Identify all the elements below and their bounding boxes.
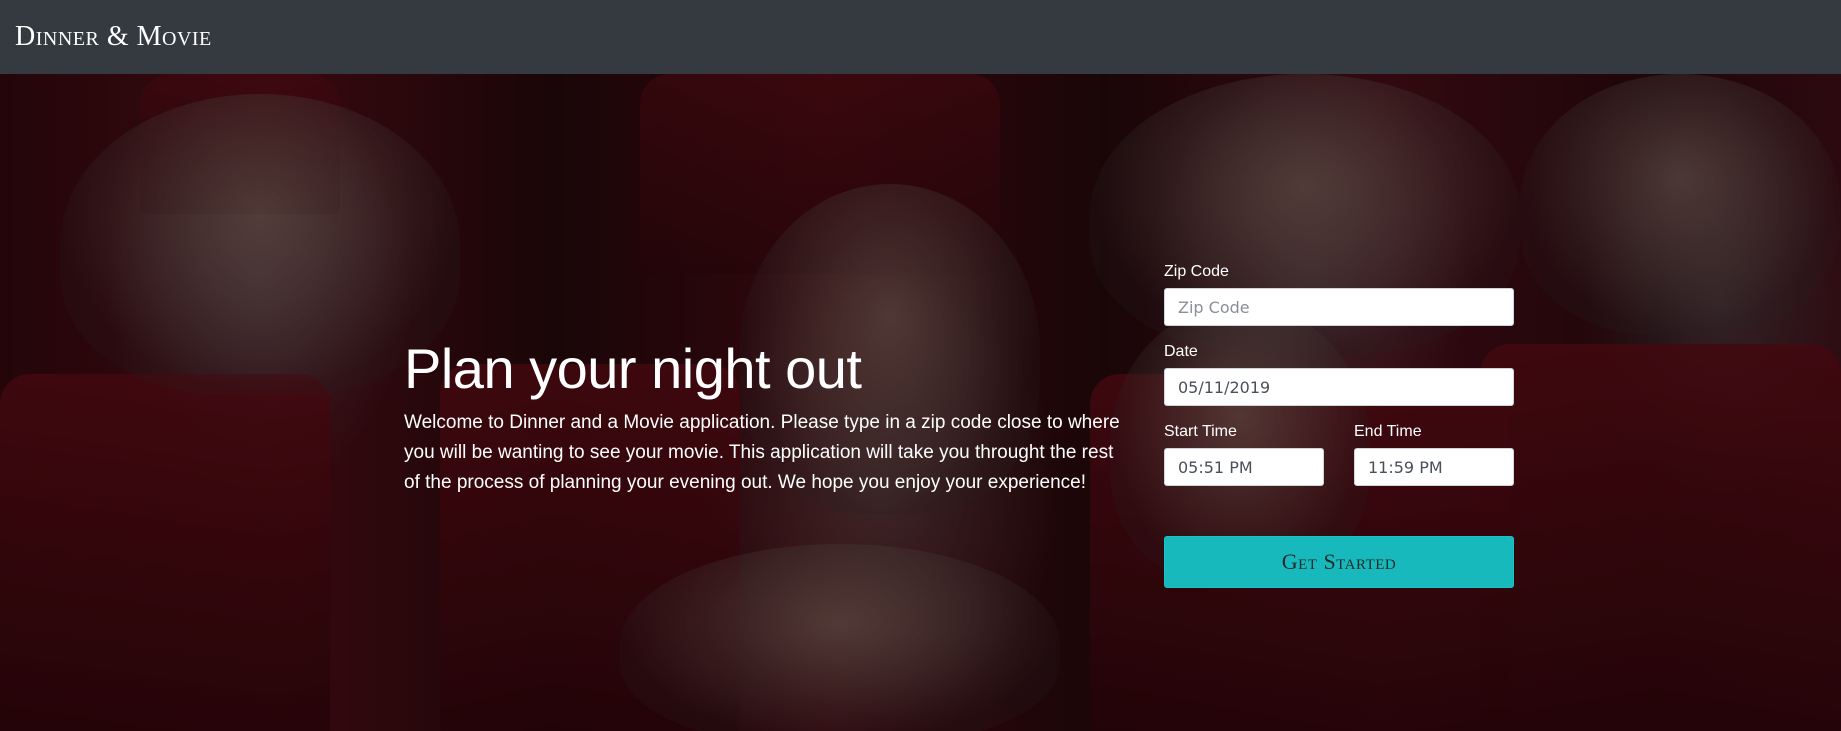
plan-form: Zip Code Zip Code Date 05/11/2019 Start … — [1164, 262, 1514, 588]
date-input[interactable]: 05/11/2019 — [1164, 368, 1514, 406]
intro-section: Plan your night out Welcome to Dinner an… — [404, 336, 1132, 498]
brand-link[interactable]: Dinner & Movie — [15, 21, 212, 53]
navbar: Dinner & Movie — [0, 0, 1841, 74]
start-time-input[interactable]: 05:51 PM — [1164, 448, 1324, 486]
zip-code-label: Zip Code — [1164, 263, 1229, 280]
date-label: Date — [1164, 343, 1198, 360]
start-time-label: Start Time — [1164, 423, 1237, 440]
hero-description: Welcome to Dinner and a Movie applicatio… — [404, 412, 1120, 493]
time-row: Start Time 05:51 PM End Time 11:59 PM — [1164, 422, 1514, 502]
start-time-group: Start Time 05:51 PM — [1164, 422, 1324, 502]
end-time-group: End Time 11:59 PM — [1354, 422, 1514, 502]
end-time-input[interactable]: 11:59 PM — [1354, 448, 1514, 486]
hero-title: Plan your night out — [404, 337, 862, 400]
zip-code-input[interactable]: Zip Code — [1164, 288, 1514, 326]
end-time-label: End Time — [1354, 423, 1422, 440]
get-started-button[interactable]: Get Started — [1164, 536, 1514, 588]
